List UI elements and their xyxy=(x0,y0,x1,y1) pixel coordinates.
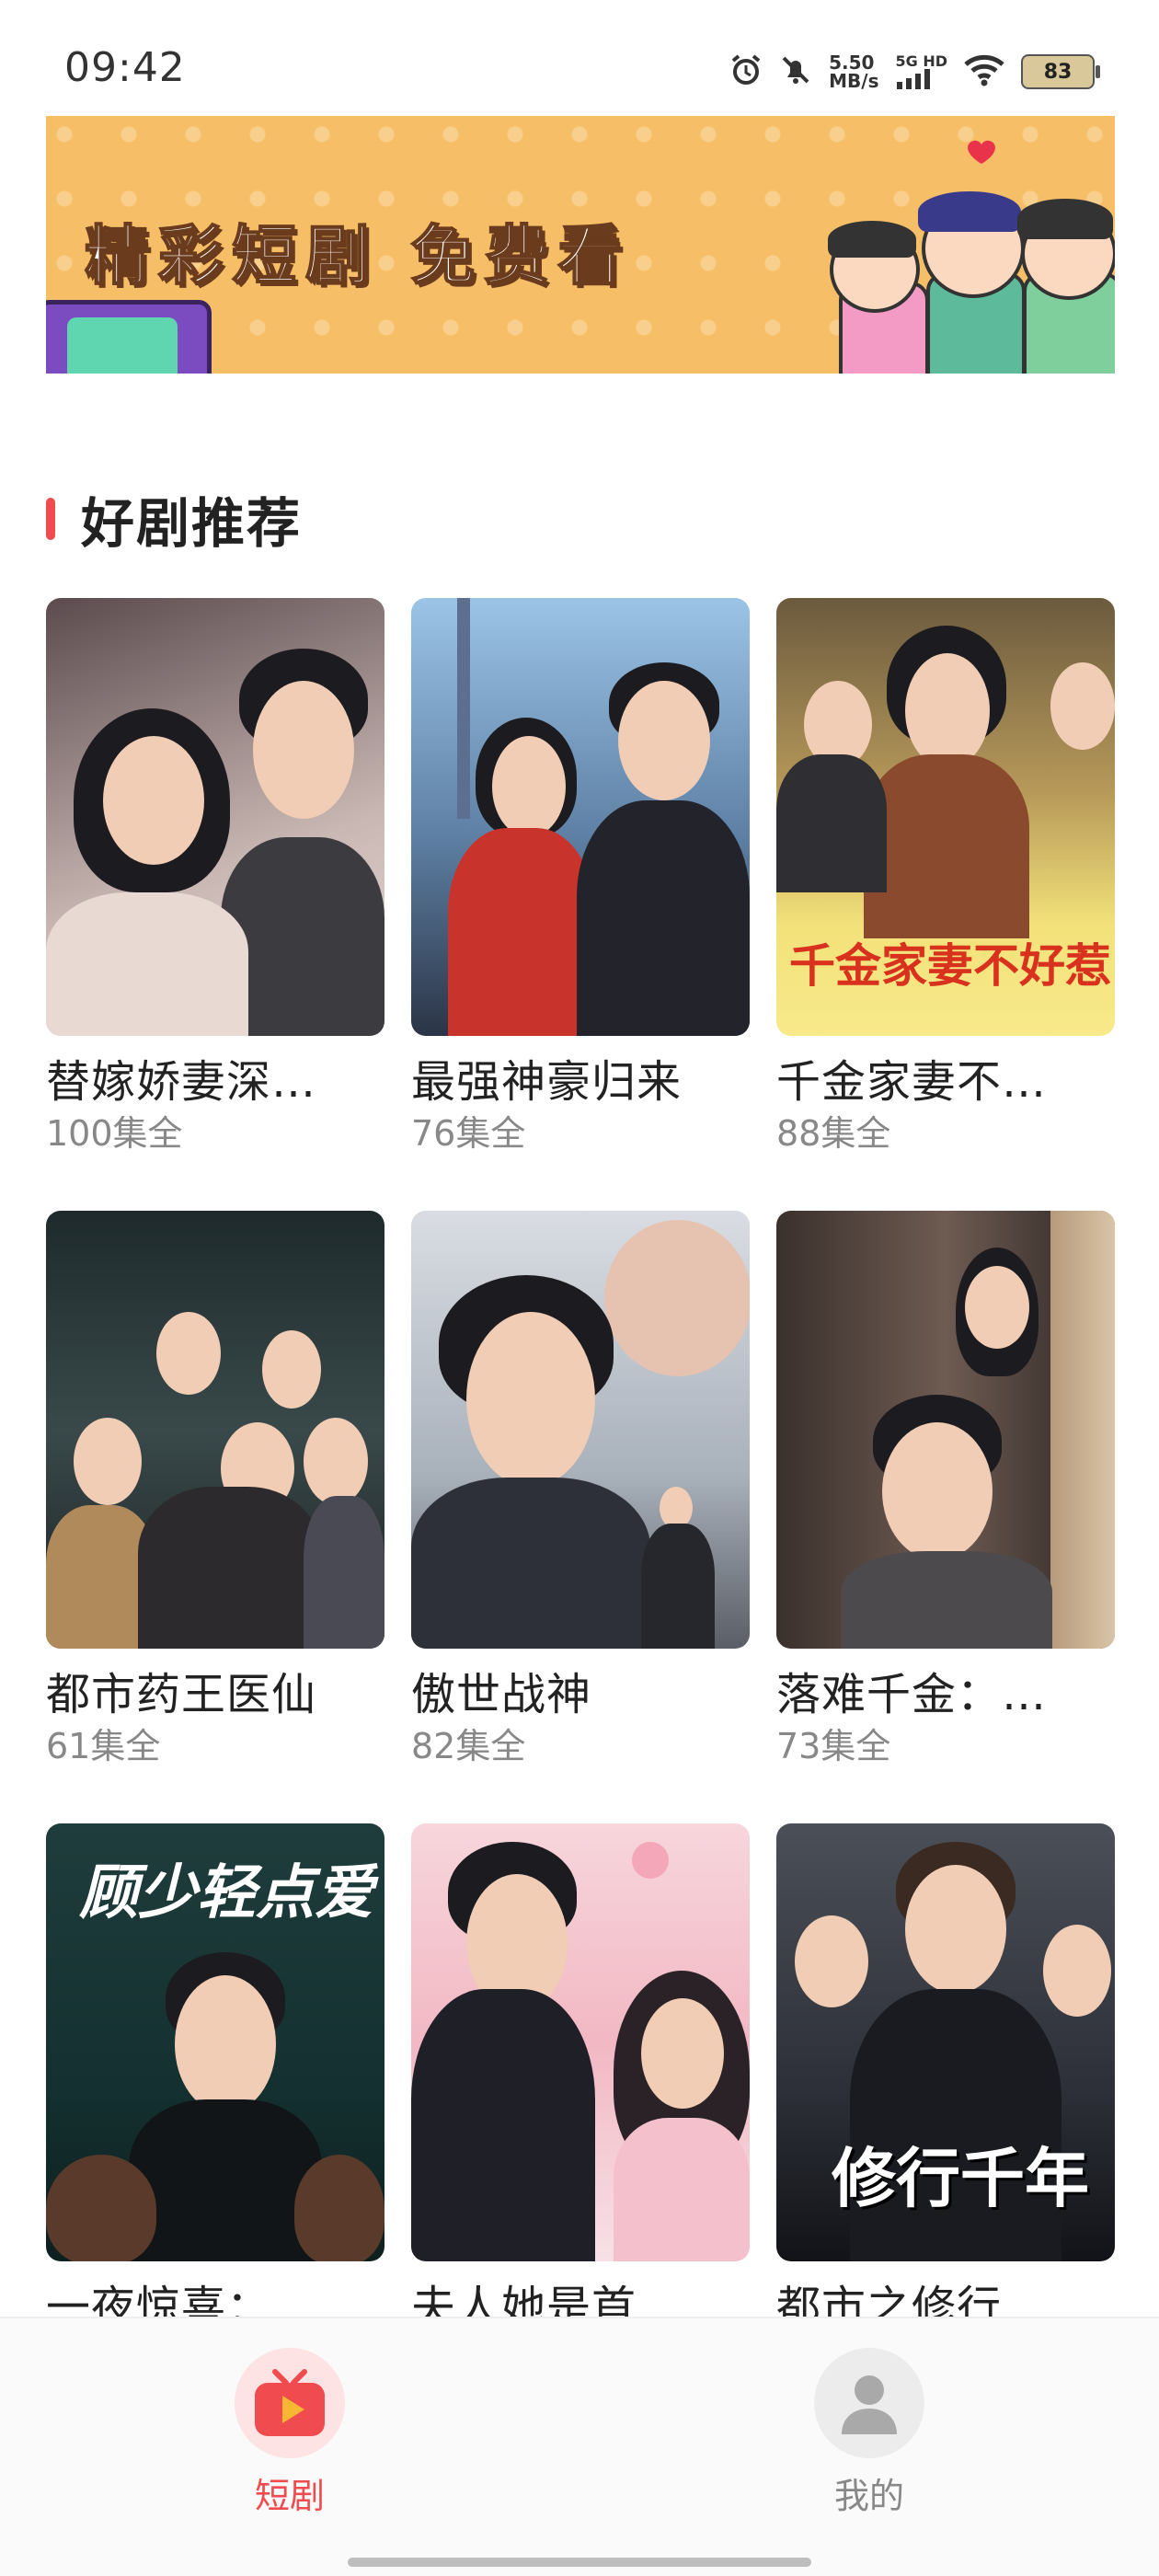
drama-title: 最强神豪归来 xyxy=(411,1056,683,1108)
drama-episodes: 100集全 xyxy=(46,1113,183,1154)
drama-card[interactable]: 落难千金：… 73集全 xyxy=(776,1211,1115,1766)
cellular-signal: 5G HD xyxy=(895,54,947,89)
drama-poster[interactable] xyxy=(411,1823,750,2261)
section-header: 好剧推荐 xyxy=(46,480,302,558)
status-icons: 5.50 MB/s 5G HD 83 xyxy=(729,46,1100,98)
battery-indicator: 83 xyxy=(1021,54,1100,89)
drama-poster[interactable] xyxy=(776,1211,1115,1649)
network-speed: 5.50 MB/s xyxy=(829,53,878,90)
poster-title: 顾少轻点爱 xyxy=(79,1858,373,1927)
network-speed-value: 5.50 xyxy=(829,52,875,74)
drama-title: 都市药王医仙 xyxy=(46,1669,317,1720)
tv-illustration xyxy=(46,300,212,374)
drama-poster[interactable] xyxy=(46,1211,384,1649)
section-title: 好剧推荐 xyxy=(81,492,303,555)
poster-title: 修行千年 xyxy=(832,2141,1089,2216)
drama-title: 傲世战神 xyxy=(411,1669,592,1720)
nav-drama-icon-bg xyxy=(235,2348,345,2458)
drama-poster[interactable]: 修行千年 xyxy=(776,1823,1115,2261)
kids-illustration xyxy=(811,134,1115,374)
drama-poster[interactable]: 千金家妻不好惹 xyxy=(776,598,1115,1036)
nav-mine-icon-bg xyxy=(814,2348,924,2458)
nav-drama-label: 短剧 xyxy=(254,2476,325,2516)
drama-card[interactable]: 千金家妻不好惹 千金家妻不… 88集全 xyxy=(776,598,1115,1154)
banner-title: 精彩短剧 免费看 xyxy=(84,217,632,294)
drama-card[interactable]: 夫人她是首… xyxy=(411,1823,750,2328)
drama-card[interactable]: 顾少轻点爱 一夜惊喜：… xyxy=(46,1823,384,2328)
nav-mine-label: 我的 xyxy=(833,2476,904,2516)
drama-card[interactable]: 傲世战神 82集全 xyxy=(411,1211,750,1766)
drama-poster[interactable] xyxy=(411,598,750,1036)
drama-title: 千金家妻不… xyxy=(776,1056,1048,1108)
drama-title: 落难千金：… xyxy=(776,1669,1048,1720)
network-speed-unit: MB/s xyxy=(829,70,879,92)
nav-item-drama[interactable]: 短剧 xyxy=(198,2348,382,2518)
network-type: 5G HD xyxy=(895,52,947,70)
drama-card[interactable]: 最强神豪归来 76集全 xyxy=(411,598,750,1154)
poster-title: 千金家妻不好惹 xyxy=(789,939,1111,993)
wifi-icon xyxy=(964,53,1004,90)
drama-poster[interactable]: 顾少轻点爱 xyxy=(46,1823,384,2261)
drama-episodes: 76集全 xyxy=(411,1113,526,1154)
drama-card[interactable]: 替嫁娇妻深… 100集全 xyxy=(46,598,384,1154)
drama-poster[interactable] xyxy=(411,1211,750,1649)
drama-card[interactable]: 修行千年 都市之修行… xyxy=(776,1823,1115,2328)
home-indicator[interactable] xyxy=(348,2558,811,2567)
drama-title: 替嫁娇妻深… xyxy=(46,1056,317,1108)
drama-episodes: 88集全 xyxy=(776,1113,891,1154)
user-icon xyxy=(842,2375,897,2434)
signal-bars-icon xyxy=(897,69,931,89)
app-screen: 09:42 5.50 MB/s 5G HD 83 精彩短剧 免费看 好剧推荐 替… xyxy=(0,0,1159,2576)
bottom-navigation: 短剧 我的 xyxy=(0,2317,1159,2576)
drama-card[interactable]: 都市药王医仙 61集全 xyxy=(46,1211,384,1766)
drama-episodes: 73集全 xyxy=(776,1726,891,1766)
drama-episodes: 82集全 xyxy=(411,1726,526,1766)
drama-poster[interactable] xyxy=(46,598,384,1036)
nav-item-mine[interactable]: 我的 xyxy=(777,2348,961,2518)
tv-play-icon xyxy=(255,2369,325,2436)
alarm-icon xyxy=(729,53,763,90)
drama-episodes: 61集全 xyxy=(46,1726,161,1766)
mute-bell-icon xyxy=(779,53,812,90)
drama-grid: 替嫁娇妻深… 100集全 最强神豪归来 76集全 千金家妻不好惹 千金家妻不… … xyxy=(46,598,1115,2328)
promo-banner[interactable]: 精彩短剧 免费看 xyxy=(46,116,1115,374)
status-time: 09:42 xyxy=(64,44,186,91)
section-accent-bar xyxy=(46,498,55,540)
